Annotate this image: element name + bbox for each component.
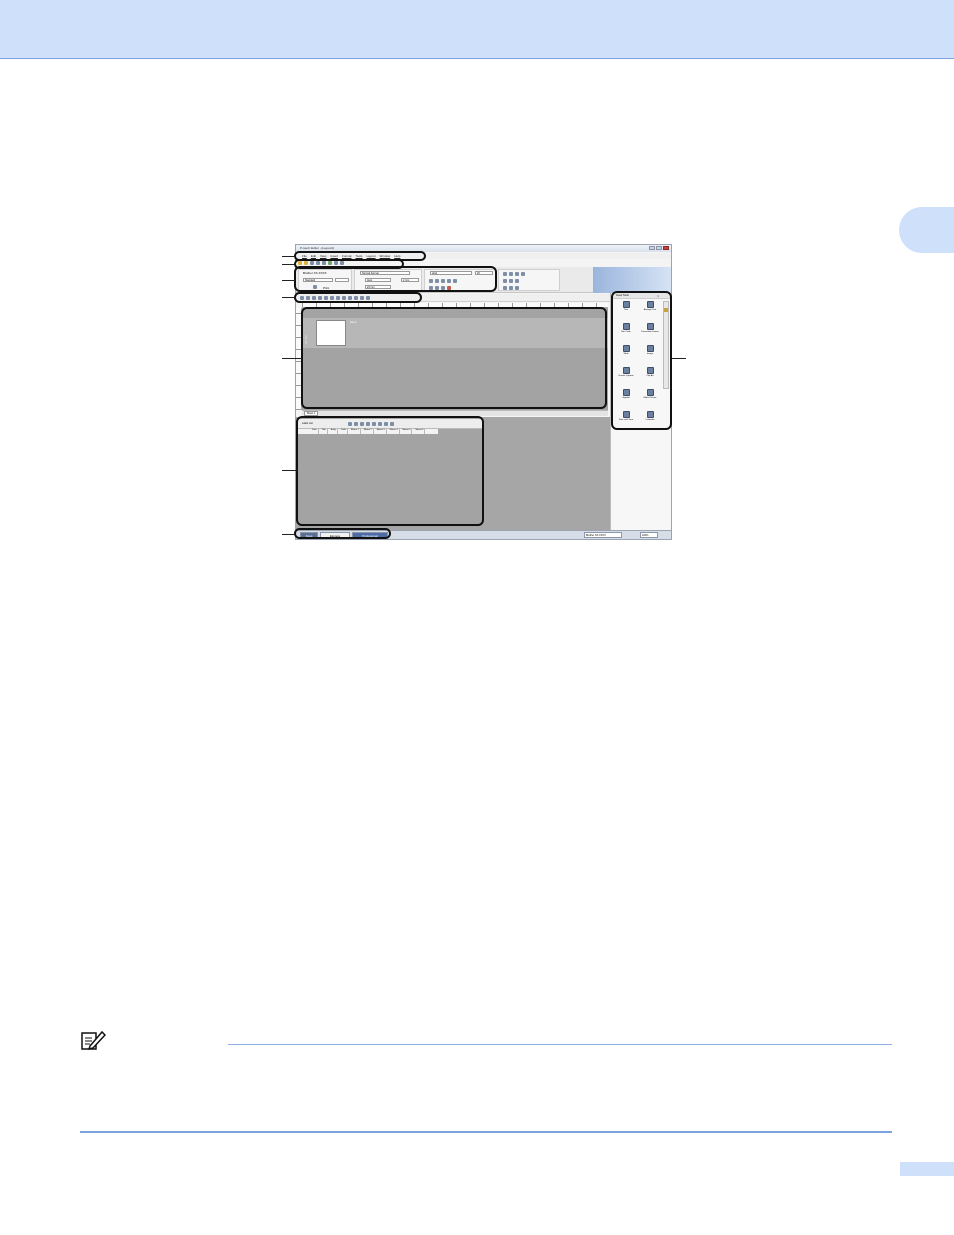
close-icon[interactable]	[663, 246, 669, 250]
distribute-icon[interactable]	[503, 279, 507, 283]
callout-ring-property-palette	[294, 266, 497, 292]
align-icon[interactable]	[515, 272, 519, 276]
leader-line-2	[282, 264, 295, 265]
leader-line-7	[282, 534, 295, 535]
page-number-tab	[900, 1162, 954, 1176]
zoom-select[interactable]: 100%	[640, 532, 658, 538]
order-icon[interactable]	[509, 286, 513, 290]
bottom-rule	[80, 1131, 892, 1133]
window-controls	[649, 246, 669, 250]
window-title: P-touch Editor - [Layout1]	[300, 246, 335, 250]
leader-line-8	[672, 358, 686, 359]
maximize-icon[interactable]	[656, 246, 662, 250]
group-icon[interactable]	[515, 286, 519, 290]
distribute-icon[interactable]	[515, 279, 519, 283]
align-icon[interactable]	[521, 272, 525, 276]
align-row-3	[503, 285, 519, 291]
minimize-icon[interactable]	[649, 246, 655, 250]
align-icon[interactable]	[503, 272, 507, 276]
page-header-band	[0, 0, 954, 59]
decorative-banner	[593, 267, 671, 293]
order-icon[interactable]	[503, 286, 507, 290]
note-icon	[81, 1030, 106, 1051]
align-icon[interactable]	[509, 272, 513, 276]
callout-ring-mode-selector	[294, 528, 391, 539]
align-row-2	[503, 278, 519, 284]
leader-line-3	[282, 280, 295, 281]
layout-properties	[498, 269, 560, 291]
leader-line-1	[282, 256, 295, 257]
callout-ring-database-window	[296, 416, 484, 526]
leader-line-4	[282, 297, 295, 298]
callout-ring-draw-toolbar	[294, 292, 422, 303]
distribute-icon[interactable]	[509, 279, 513, 283]
status-printer-select[interactable]: Brother XX-XXXX	[584, 532, 622, 538]
chapter-tab	[899, 207, 954, 253]
callout-ring-layout-window	[301, 307, 607, 409]
leader-line-6	[282, 470, 297, 471]
align-row-1	[503, 271, 525, 277]
callout-ring-side-bar	[611, 291, 672, 430]
leader-line-5	[282, 358, 302, 359]
note-divider	[228, 1044, 892, 1045]
